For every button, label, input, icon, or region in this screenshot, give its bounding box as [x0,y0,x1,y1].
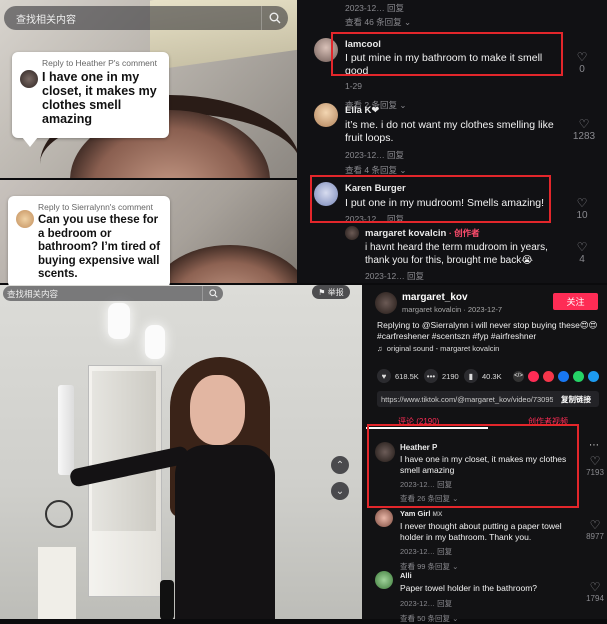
avatar[interactable] [375,571,393,589]
comment-stat[interactable]: ••• 2190 [424,369,459,383]
chevron-up-icon[interactable]: ⌃ [331,456,349,474]
chevron-down-icon[interactable]: ⌄ [331,482,349,500]
search-placeholder: 查找相关内容 [7,288,59,299]
reply-sticker-text: Can you use these for a bedroom or bathr… [38,214,161,280]
like-count[interactable]: ♡ 1794 [580,580,607,603]
avatar [20,70,38,88]
facebook-icon[interactable] [558,371,569,382]
heart-icon: ♡ [589,580,601,594]
highlight-box [310,175,551,223]
whatsapp-icon[interactable] [573,371,584,382]
avatar[interactable] [375,509,393,527]
highlight-box [367,424,579,508]
reply-label: Reply to Heather P's comment [42,58,158,68]
heart-icon: ♡ [576,50,588,64]
music-note-icon: ♫ [377,344,387,353]
search-bar-top[interactable]: 查找相关内容 [4,6,288,30]
comment-item: Ella K❤ it’s me. i do not want my clothe… [345,105,565,176]
mirror [92,371,156,531]
reply-label: Reply to Sierralynn's comment [38,202,153,212]
heart-icon: ♡ [589,454,601,468]
like-count[interactable]: ♡ 0 [567,50,597,75]
comment-text: i havnt heard the term mudroom in years,… [365,242,548,266]
reply-sticker-2: Reply to Sierralynn's comment Can you us… [8,196,170,288]
avatar[interactable] [314,103,338,127]
comment-meta: 2023-12… 回复 [400,598,453,608]
search-bar-bottom[interactable]: 查找相关内容 [3,286,223,301]
soap-bottle [160,580,174,619]
embed-icon[interactable]: </> [513,371,524,382]
sound-link[interactable]: ♫ original sound - margaret kovalcin [377,344,499,353]
comment-item: Alli Paper towel holder in the bathroom?… [400,571,580,624]
comment-meta: 2023-12… 回复 [345,3,405,13]
reply-sticker-1: Reply to Heather P's comment I have one … [12,52,169,147]
search-placeholder: 查找相关内容 [16,14,76,26]
like-count[interactable]: ♡ 8977 [580,518,607,541]
avatar [16,210,34,228]
comment-badge: MX [432,511,443,518]
comment-author[interactable]: Alli [400,571,580,580]
post-url[interactable]: https://www.tiktok.com/@margaret_kov/vid… [377,395,553,404]
view-replies[interactable]: 查看 50 条回复 ⌄ [400,613,580,624]
url-box[interactable]: https://www.tiktok.com/@margaret_kov/vid… [377,391,599,407]
comment-author[interactable]: margaret kovalcin · 创作者 [365,227,565,239]
search-icon[interactable] [261,6,288,30]
follow-button[interactable]: 关注 [553,293,598,310]
more-options-icon[interactable]: ⋯ [589,440,599,451]
save-stat[interactable]: ▮ 40.3K [464,369,502,383]
author-username[interactable]: margaret_kov [402,292,468,303]
creator-badge: · 创作者 [448,228,480,238]
heart-icon: ♡ [576,196,588,210]
comment-meta: 2023-12… 回复 [400,547,453,556]
author-subline: margaret kovalcin · 2023-12-7 [402,305,503,314]
view-replies[interactable]: 查看 46 条回复 ⌄ [345,16,411,28]
comment-icon: ••• [424,369,438,383]
towel-ring [45,500,73,528]
author-avatar[interactable] [375,292,397,314]
like-count[interactable]: ♡ 1283 [567,117,601,142]
comment-meta: 2023-12… 回复 [365,271,425,281]
avatar[interactable] [345,226,359,240]
chevron-down-icon: ⌄ [401,17,412,27]
comment-item: Yam Girl MX I never thought about puttin… [400,509,582,572]
towel [38,547,76,619]
person-face [190,375,245,445]
like-count[interactable]: ♡ 4 [567,240,597,265]
comment-meta: 1-29 [345,81,363,91]
comment-author[interactable]: Yam Girl MX [400,509,582,518]
face [150,245,297,283]
heart-icon: ♡ [578,117,590,131]
person-body [175,445,275,619]
comment-meta: 2023-12… 回复 [345,150,405,160]
video-panel-3 [0,285,362,619]
ceiling-light [108,303,130,339]
comment-text: Paper towel holder in the bathroom? [400,583,538,593]
bookmark-icon: ▮ [464,369,478,383]
twitter-icon[interactable] [588,371,599,382]
sticker-tail [22,137,38,147]
paper-towel-holder [58,385,74,475]
send-icon[interactable] [528,371,539,382]
comment-text: it’s me. i do not want my clothes smelli… [345,119,554,144]
heart-icon: ♡ [576,240,588,254]
report-button[interactable]: ⚑ 举报 [312,285,350,299]
highlight-box [331,32,563,76]
search-icon[interactable] [202,286,223,301]
ceiling-light [145,325,165,359]
comment-author[interactable]: Ella K❤ [345,105,565,116]
comment-text: I never thought about putting a paper to… [400,521,562,542]
repost-icon[interactable] [543,371,554,382]
reply-sticker-text: I have one in my closet, it makes my clo… [42,70,157,126]
heart-icon: ♥ [377,369,391,383]
comment-item: margaret kovalcin · 创作者 i havnt heard th… [365,227,565,282]
copy-link-button[interactable]: 复制链接 [553,394,599,405]
like-count[interactable]: ♡ 7193 [580,454,607,477]
like-count[interactable]: ♡ 10 [567,196,597,221]
like-stat[interactable]: ♥ 618.5K [377,369,419,383]
heart-icon: ♡ [589,518,601,532]
flag-icon: ⚑ [318,287,328,297]
post-caption: Replying to @Sierralynn i will never sto… [377,320,598,341]
